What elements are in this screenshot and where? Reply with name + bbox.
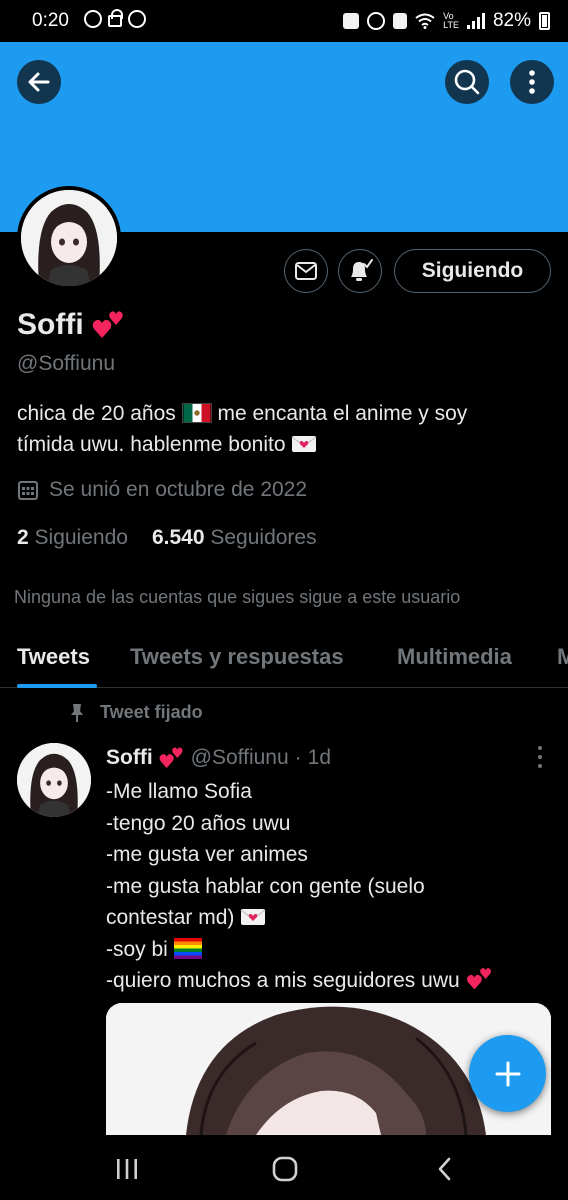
system-nav-bar — [0, 1135, 568, 1200]
follow-stats: 2 Siguiendo 6.540 Seguidores — [17, 526, 317, 550]
bell-check-icon — [351, 259, 373, 281]
profile-tabs: Tweets Tweets y respuestas Multimedia M — [0, 628, 568, 688]
tweet-more-button[interactable] — [532, 746, 548, 768]
display-name: Soffi — [17, 308, 126, 342]
notifications-button[interactable] — [338, 249, 382, 293]
tweet-text: -Me llamo Sofia -tengo 20 años uwu -me g… — [106, 776, 546, 997]
tab-media[interactable]: Multimedia — [397, 644, 512, 670]
more-button[interactable] — [510, 60, 554, 104]
pinned-text: Tweet fijado — [100, 702, 203, 722]
profile-handle: @Soffiunu — [17, 352, 115, 375]
bio-text: chica de 20 años — [17, 402, 176, 425]
notification-icon — [343, 13, 360, 29]
followers-label: Seguidores — [210, 526, 317, 549]
tab-tweets[interactable]: Tweets — [17, 644, 90, 670]
following-label: Siguiendo — [34, 526, 128, 549]
battery-percent: 82% — [492, 10, 531, 31]
profile-bio: chica de 20 años me encanta el anime y s… — [17, 398, 547, 460]
two-hearts-icon — [159, 747, 183, 768]
joined-date: Se unió en octubre de 2022 — [17, 478, 307, 502]
home-icon — [272, 1156, 298, 1182]
tab-likes[interactable]: M — [557, 644, 568, 670]
tweet-avatar[interactable] — [17, 743, 91, 817]
tweet-author-name[interactable]: Soffi — [106, 746, 153, 770]
display-name-text: Soffi — [17, 308, 84, 341]
mail-icon — [295, 262, 317, 280]
bio-text: me encanta el anime y soy — [217, 402, 468, 425]
tweet-line: -soy bi — [106, 937, 168, 961]
pinned-label: Tweet fijado — [70, 702, 203, 723]
arrow-left-icon — [28, 72, 50, 92]
chevron-left-icon — [438, 1157, 451, 1181]
love-letter-icon — [240, 909, 266, 925]
calendar-icon — [18, 481, 38, 500]
two-hearts-icon — [92, 311, 123, 338]
back-nav-button[interactable] — [425, 1149, 465, 1189]
bio-text: tímida uwu. hablenme bonito — [17, 433, 286, 456]
tweet-time[interactable]: 1d — [308, 746, 331, 770]
love-letter-icon — [291, 436, 317, 452]
whatsapp-icon — [84, 10, 102, 28]
compose-tweet-button[interactable] — [469, 1035, 546, 1112]
mexico-flag-icon — [181, 403, 212, 423]
lock-icon — [108, 9, 123, 27]
alarm-icon — [367, 12, 386, 30]
recent-apps-button[interactable] — [107, 1149, 147, 1189]
tweet-separator: · — [294, 746, 302, 769]
status-bar: 0:20 Vo LTE 82% — [0, 0, 568, 42]
search-button[interactable] — [445, 60, 489, 104]
following-stat[interactable]: 2 Siguiendo — [17, 526, 128, 550]
status-time: 0:20 — [32, 10, 69, 31]
volte-icon: Vo LTE — [443, 11, 459, 30]
search-icon — [454, 69, 480, 95]
avatar-image — [21, 190, 117, 286]
plus-icon — [495, 1061, 520, 1086]
tweet-line: -me gusta ver animes — [106, 843, 308, 866]
tweet-line: -Me llamo Sofia — [106, 780, 252, 803]
tweet-author-handle[interactable]: @Soffiunu — [191, 746, 289, 770]
tweet-line: -tengo 20 años uwu — [106, 811, 291, 835]
active-tab-indicator — [17, 684, 97, 688]
tab-tweets-replies[interactable]: Tweets y respuestas — [130, 644, 344, 670]
back-button[interactable] — [17, 60, 61, 104]
battery-icon — [539, 12, 550, 30]
avatar-image — [17, 743, 91, 817]
message-button[interactable] — [284, 249, 328, 293]
following-count: 2 — [17, 526, 29, 549]
joined-text: Se unió en octubre de 2022 — [49, 478, 308, 501]
recent-apps-icon — [117, 1159, 137, 1179]
following-button[interactable]: Siguiendo — [394, 249, 551, 293]
signal-icon — [466, 13, 485, 29]
tweet-line: contestar md) — [106, 906, 235, 929]
mutual-followers-text: Ninguna de las cuentas que sigues sigue … — [14, 587, 461, 607]
tweet-header: Soffi @Soffiunu · 1d — [106, 746, 331, 770]
followers-count: 6.540 — [151, 526, 205, 549]
home-button[interactable] — [265, 1149, 305, 1189]
tweet-line: -quiero muchos a mis seguidores uwu — [106, 969, 460, 992]
wifi-icon — [415, 13, 435, 29]
whatsapp-icon — [128, 10, 146, 28]
followers-stat[interactable]: 6.540 Seguidores — [152, 526, 317, 550]
mute-icon — [393, 13, 408, 29]
rainbow-flag-icon — [173, 937, 202, 959]
pin-icon — [71, 703, 83, 722]
profile-avatar[interactable] — [17, 186, 121, 290]
more-vertical-icon — [529, 70, 535, 94]
two-hearts-icon — [466, 968, 491, 990]
tweet-line: -me gusta hablar con gente (suelo — [106, 874, 425, 898]
